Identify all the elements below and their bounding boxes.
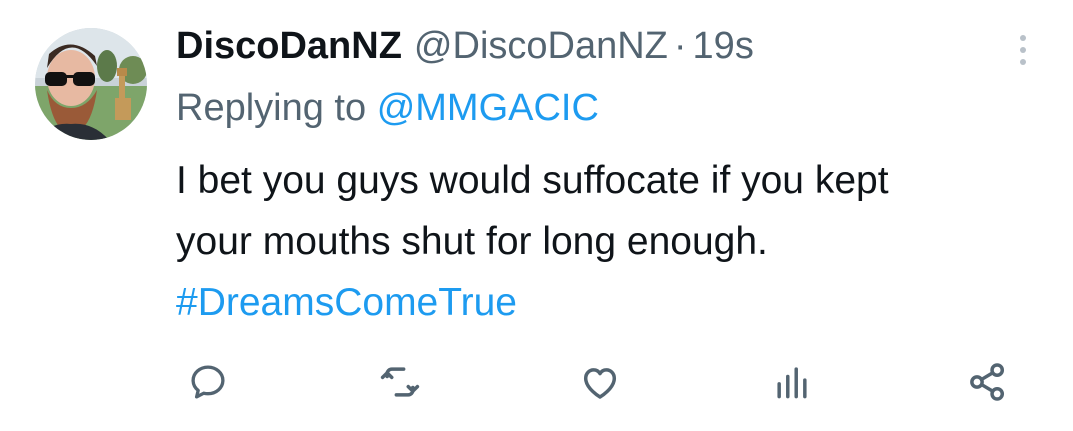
handle[interactable]: @DiscoDanNZ [414,22,668,70]
replying-to: Replying to @MMGACIC [176,84,599,132]
share-icon [970,363,1005,401]
tweet-text-line: I bet you guys would suffocate if you ke… [176,159,889,202]
separator-dot: · [673,25,687,67]
avatar-photo [35,28,147,140]
avatar[interactable] [35,28,147,140]
more-options-icon[interactable] [1008,30,1038,70]
views-button[interactable] [768,358,816,406]
display-name[interactable]: DiscoDanNZ [176,22,402,70]
share-button[interactable] [964,358,1012,406]
hashtag-link[interactable]: #DreamsComeTrue [176,272,1056,333]
like-icon [583,368,617,399]
tweet-text: I bet you guys would suffocate if you ke… [176,150,1056,333]
timestamp[interactable]: 19s [693,22,754,70]
like-button[interactable] [576,358,624,406]
more-dot [1020,47,1026,53]
replying-to-label: Replying to [176,87,367,129]
tweet-header: DiscoDanNZ @DiscoDanNZ · 19s [176,22,754,70]
action-bar [0,358,1073,406]
tweet-text-line: your mouths shut for long enough. [176,220,768,263]
replying-to-mention[interactable]: @MMGACIC [377,87,599,129]
tweet[interactable]: DiscoDanNZ @DiscoDanNZ · 19s Replying to… [0,0,1073,431]
more-dot [1020,35,1026,41]
retweet-icon [380,367,420,397]
reply-button[interactable] [184,358,232,406]
more-dot [1020,59,1026,65]
views-icon [777,367,807,399]
reply-icon [191,365,225,399]
retweet-button[interactable] [376,358,424,406]
